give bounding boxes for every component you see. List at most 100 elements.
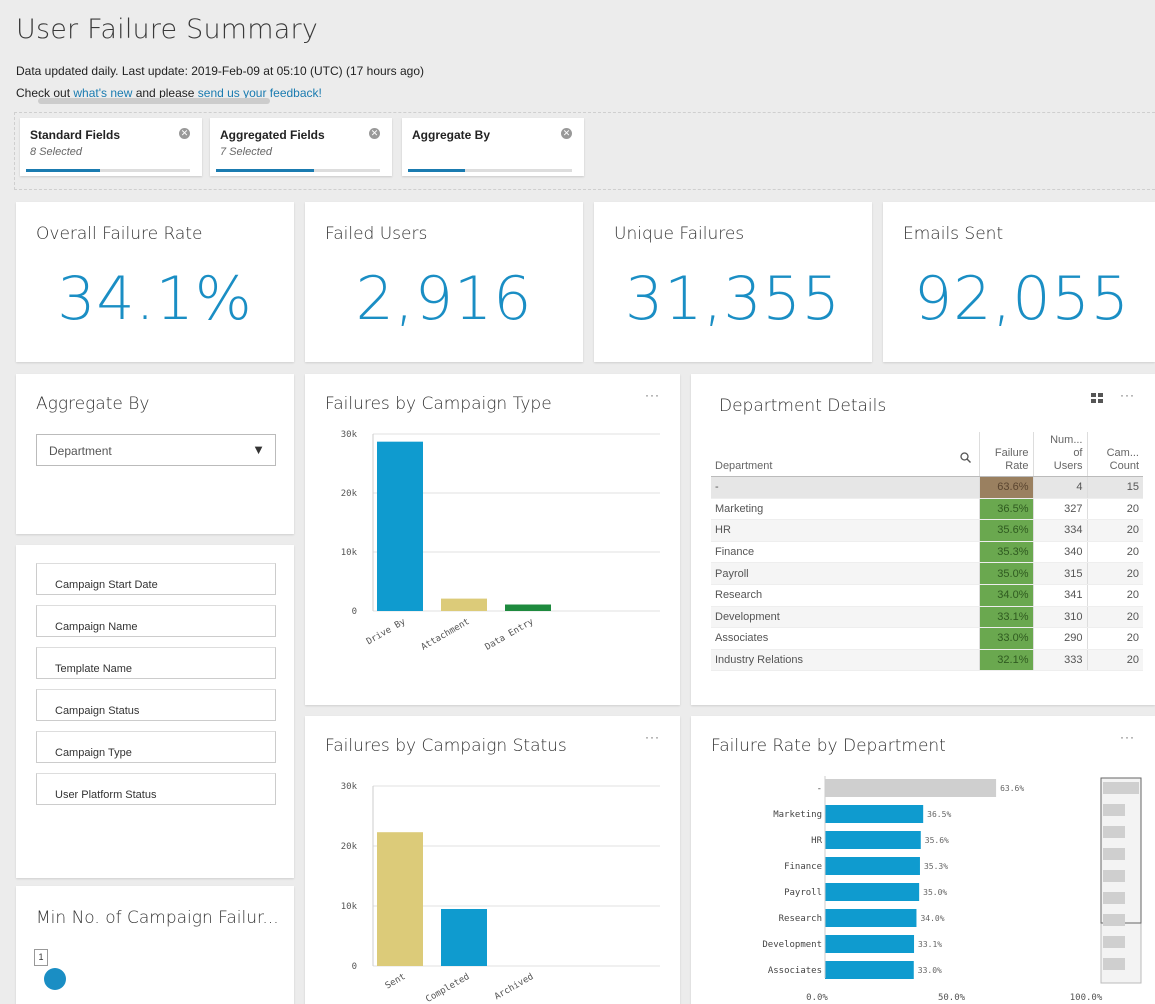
rate-by-department-card: Failure Rate by Department ··· -63.6% Mar…: [691, 716, 1155, 1004]
field-user-platform-status[interactable]: User Platform Status: [36, 773, 276, 805]
page-title: User Failure Summary: [16, 14, 319, 45]
num-users-cell: 340: [1032, 541, 1087, 564]
filter-standard-fields[interactable]: Standard Fields 8 Selected ✕: [20, 118, 202, 176]
y-tick-label: 0: [352, 607, 357, 617]
aggregate-by-dropdown[interactable]: Department ▼: [36, 434, 276, 466]
num-users-cell: 334: [1032, 519, 1087, 542]
num-users-cell: 310: [1032, 606, 1087, 629]
remove-filter-icon[interactable]: ✕: [561, 128, 572, 139]
failure-rate-cell: 63.6%: [978, 476, 1033, 499]
table-row[interactable]: Industry Relations 32.1% 333 20: [711, 649, 1143, 672]
y-tick-label: Payroll: [784, 888, 822, 898]
data-label: 33.1%: [918, 940, 942, 949]
grid-view-icon[interactable]: [1091, 390, 1103, 403]
department-cell: Development: [711, 606, 979, 629]
kpi-failed-users: Failed Users 2,916: [305, 202, 583, 362]
field-label: Campaign Status: [55, 705, 140, 717]
x-tick-label: Completed: [424, 972, 471, 1004]
y-tick-label: 10k: [341, 902, 358, 912]
field-campaign-name[interactable]: Campaign Name: [36, 605, 276, 637]
header-line: Failure: [994, 447, 1029, 459]
y-tick-label: Research: [779, 914, 822, 924]
table-row[interactable]: Research 34.0% 341 20: [711, 584, 1143, 607]
field-campaign-status[interactable]: Campaign Status: [36, 689, 276, 721]
failure-rate-cell: 33.1%: [978, 606, 1033, 629]
kpi-label: Emails Sent: [903, 224, 1004, 244]
campaign-count-cell: 20: [1086, 562, 1143, 585]
card-title: Aggregate By: [36, 394, 150, 414]
field-template-name[interactable]: Template Name: [36, 647, 276, 679]
update-info: Data updated daily. Last update: 2019-Fe…: [16, 64, 425, 78]
min-failures-slider-handle[interactable]: [44, 968, 66, 990]
field-campaign-type[interactable]: Campaign Type: [36, 731, 276, 763]
filter-label: Aggregated Fields: [220, 128, 325, 142]
overview-bar: [1103, 804, 1125, 816]
more-options-icon[interactable]: ···: [1120, 388, 1135, 402]
data-label: 33.0%: [918, 966, 942, 975]
bar: [825, 883, 920, 901]
column-header-department[interactable]: Department: [711, 432, 979, 477]
filter-label: Aggregate By: [412, 128, 491, 142]
data-label: 34.0%: [920, 914, 944, 923]
filter-aggregated-fields[interactable]: Aggregated Fields 7 Selected ✕: [210, 118, 392, 176]
table-row[interactable]: Associates 33.0% 290 20: [711, 627, 1143, 650]
bar: [377, 441, 423, 611]
header-line: of: [1073, 447, 1083, 459]
kpi-value: 31,355: [625, 264, 841, 334]
table-row[interactable]: Marketing 36.5% 327 20: [711, 498, 1143, 521]
kpi-label: Unique Failures: [614, 224, 745, 244]
x-tick-label: Data Entry: [484, 617, 536, 653]
remove-filter-icon[interactable]: ✕: [179, 128, 190, 139]
data-label: 35.0%: [923, 888, 947, 897]
table-row[interactable]: Finance 35.3% 340 20: [711, 541, 1143, 564]
filter-selected-count: 8 Selected: [30, 146, 82, 158]
campaign-count-cell: 20: [1086, 541, 1143, 564]
column-header-campaign-count[interactable]: Cam... Count: [1086, 432, 1143, 477]
overview-bar: [1103, 914, 1125, 926]
bar: [825, 831, 921, 849]
column-header-failure-rate[interactable]: Failure Rate: [978, 432, 1033, 477]
y-tick-label: Finance: [784, 862, 822, 872]
campaign-count-cell: 20: [1086, 519, 1143, 542]
x-tick-label: 0.0%: [806, 993, 828, 1003]
dropdown-value: Department: [49, 444, 112, 458]
min-failures-slider-track[interactable]: [38, 98, 270, 104]
num-users-cell: 341: [1032, 584, 1087, 607]
header-line: Rate: [1005, 460, 1029, 472]
num-users-cell: 333: [1032, 649, 1087, 672]
campaign-count-cell: 20: [1086, 606, 1143, 629]
field-label: Campaign Type: [55, 747, 132, 759]
caret-down-icon: ▼: [252, 442, 265, 457]
column-header-num-users[interactable]: Num... of Users: [1032, 432, 1087, 477]
bar: [825, 961, 914, 979]
campaign-status-chart: 0 10k 20k 30k Sent Completed Archived: [341, 782, 660, 1004]
table-row[interactable]: -63.6% 4 15: [711, 476, 1143, 499]
department-cell: HR: [711, 519, 979, 542]
campaign-count-cell: 20: [1086, 498, 1143, 521]
table-row[interactable]: Development 33.1% 310 20: [711, 606, 1143, 629]
table-row[interactable]: Payroll 35.0% 315 20: [711, 562, 1143, 585]
failure-rate-cell: 35.6%: [978, 519, 1033, 542]
kpi-value: 2,916: [355, 264, 533, 334]
data-label: 63.6%: [1000, 784, 1024, 793]
field-campaign-start-date[interactable]: Campaign Start Date: [36, 563, 276, 595]
kpi-value: 34.1%: [57, 264, 253, 334]
overview-bar: [1103, 848, 1125, 860]
table-row[interactable]: HR 35.6% 334 20: [711, 519, 1143, 542]
search-icon[interactable]: [959, 452, 971, 467]
campaign-status-card: Failures by Campaign Status ··· 0 10k 20k 3…: [305, 716, 680, 1004]
x-tick-label: Sent: [384, 972, 408, 992]
data-label: 35.3%: [924, 862, 948, 871]
campaign-count-cell: 20: [1086, 584, 1143, 607]
kpi-unique-failures: Unique Failures 31,355: [594, 202, 872, 362]
remove-filter-icon[interactable]: ✕: [369, 128, 380, 139]
x-tick-label: Drive By: [365, 617, 408, 648]
y-tick-label: Development: [762, 940, 822, 950]
department-cell: -: [711, 476, 979, 499]
x-tick-label: 100.0%: [1070, 993, 1103, 1003]
campaign-type-chart: 0 10k 20k 30k Drive By Attachment Data Entry: [341, 430, 660, 653]
rate-by-department-chart: - 63.6% Marketing 36.5% HR 35.6% Finance 35.3% P…: [762, 776, 1142, 1003]
overview-bar: [1103, 936, 1125, 948]
header-line: Count: [1109, 460, 1139, 472]
filter-aggregate-by[interactable]: Aggregate By ✕: [402, 118, 584, 176]
